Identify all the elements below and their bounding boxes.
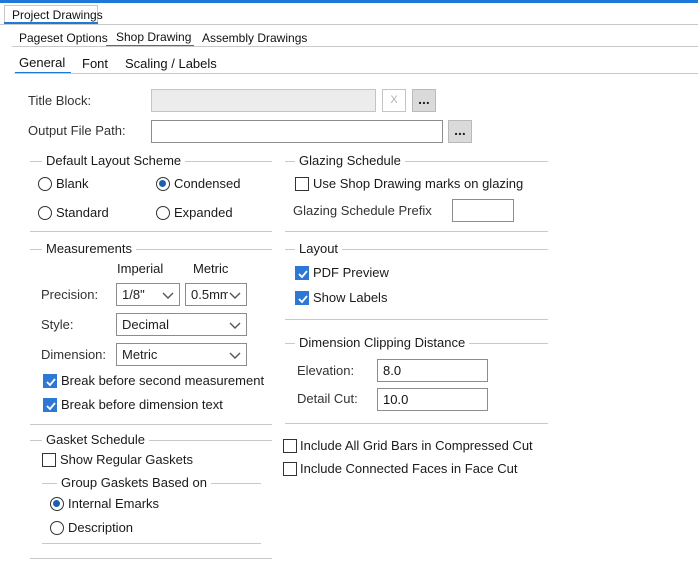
measurements-title: Measurements <box>42 241 136 257</box>
chevron-down-icon <box>229 352 241 359</box>
radio-blank[interactable] <box>38 177 52 191</box>
radio-condensed[interactable] <box>156 177 170 191</box>
precision-metric-value: 0.5mm <box>191 287 231 302</box>
radio-description-label: Description <box>68 520 134 535</box>
title-block-browse-button[interactable]: ... <box>412 89 436 112</box>
gasket-schedule-title: Gasket Schedule <box>42 432 150 448</box>
dimension-clipping-title: Dimension Clipping Distance <box>295 335 470 351</box>
radio-standard[interactable] <box>38 206 52 220</box>
elevation-input[interactable]: 8.0 <box>377 359 488 382</box>
default-layout-scheme-bottom-line <box>30 231 272 232</box>
title-block-clear-button[interactable]: X <box>382 89 406 112</box>
checkbox-show-labels[interactable] <box>295 291 309 305</box>
checkbox-include-grid-bars[interactable] <box>283 439 297 453</box>
detail-cut-input[interactable]: 10.0 <box>377 388 488 411</box>
title-block-label: Title Block: <box>28 93 92 108</box>
tab-general[interactable]: General <box>19 55 65 71</box>
precision-label: Precision: <box>41 287 99 302</box>
checkbox-break-second-label: Break before second measurement <box>61 373 265 388</box>
radio-expanded-label: Expanded <box>174 205 233 220</box>
dimension-select[interactable]: Metric <box>116 343 247 366</box>
title-block-input[interactable] <box>151 89 376 112</box>
metric-header: Metric <box>193 261 229 276</box>
tab-scaling-labels[interactable]: Scaling / Labels <box>125 56 217 72</box>
tab-shop-drawing[interactable]: Shop Drawing <box>116 29 191 45</box>
checkbox-break-second[interactable] <box>43 374 57 388</box>
tab-font[interactable]: Font <box>82 56 108 72</box>
checkbox-break-dimension[interactable] <box>43 398 57 412</box>
dimension-label: Dimension: <box>41 347 107 362</box>
group-gaskets-title: Group Gaskets Based on <box>57 475 211 491</box>
checkbox-show-labels-label: Show Labels <box>313 290 388 305</box>
group-gaskets-bottom-line <box>42 543 261 544</box>
checkbox-use-shop-marks-label: Use Shop Drawing marks on glazing <box>313 176 524 191</box>
dimension-clipping-bottom-line <box>285 423 548 424</box>
layout-title: Layout <box>295 241 343 257</box>
chevron-down-icon <box>162 292 174 299</box>
window-top-accent <box>0 0 698 3</box>
checkmark-icon <box>298 295 308 304</box>
precision-imperial-select[interactable]: 1/8" <box>116 283 180 306</box>
imperial-header: Imperial <box>117 261 164 276</box>
checkmark-icon <box>46 402 56 411</box>
measurements-bottom-line <box>30 424 272 425</box>
checkbox-include-grid-bars-label: Include All Grid Bars in Compressed Cut <box>300 438 533 453</box>
radio-condensed-label: Condensed <box>174 176 241 191</box>
output-file-path-browse-button[interactable]: ... <box>448 120 472 143</box>
checkbox-use-shop-marks[interactable] <box>295 177 309 191</box>
glazing-schedule-title: Glazing Schedule <box>295 153 405 169</box>
outer-tab-strip-border <box>0 24 698 25</box>
precision-imperial-value: 1/8" <box>122 287 145 302</box>
detail-cut-label: Detail Cut: <box>297 391 358 406</box>
radio-internal-emarks[interactable] <box>50 497 64 511</box>
checkbox-break-dimension-label: Break before dimension text <box>61 397 223 412</box>
style-select[interactable]: Decimal <box>116 313 247 336</box>
dimension-value: Metric <box>122 347 158 362</box>
glazing-schedule-prefix-input[interactable] <box>452 199 514 222</box>
output-file-path-label: Output File Path: <box>28 123 126 138</box>
radio-blank-label: Blank <box>56 176 89 191</box>
precision-metric-select[interactable]: 0.5mm <box>185 283 247 306</box>
tab-project-drawings-label: Project Drawings <box>12 8 103 22</box>
radio-description[interactable] <box>50 521 64 535</box>
tab-assembly-drawings[interactable]: Assembly Drawings <box>202 30 307 46</box>
style-label: Style: <box>41 317 74 332</box>
checkbox-include-connected-faces-label: Include Connected Faces in Face Cut <box>300 461 518 476</box>
default-layout-scheme-title: Default Layout Scheme <box>42 153 186 169</box>
inner-tab-strip-border <box>14 73 698 74</box>
chevron-down-icon <box>229 322 241 329</box>
checkmark-icon <box>46 378 56 387</box>
checkbox-show-regular-gaskets[interactable] <box>42 453 56 467</box>
checkbox-pdf-preview[interactable] <box>295 266 309 280</box>
checkbox-pdf-preview-label: PDF Preview <box>313 265 389 280</box>
checkbox-show-regular-gaskets-label: Show Regular Gaskets <box>60 452 193 467</box>
radio-expanded[interactable] <box>156 206 170 220</box>
sub-tab-strip-border <box>12 46 698 47</box>
gasket-schedule-bottom-line <box>30 558 272 559</box>
elevation-label: Elevation: <box>297 363 355 378</box>
checkmark-icon <box>298 270 308 279</box>
checkbox-include-connected-faces[interactable] <box>283 462 297 476</box>
chevron-down-icon <box>228 288 242 302</box>
radio-standard-label: Standard <box>56 205 109 220</box>
tab-pageset-options[interactable]: Pageset Options <box>19 30 108 46</box>
glazing-schedule-bottom-line <box>285 231 548 232</box>
radio-internal-emarks-label: Internal Emarks <box>68 496 160 511</box>
layout-bottom-line <box>285 319 548 320</box>
style-value: Decimal <box>122 317 169 332</box>
glazing-schedule-prefix-label: Glazing Schedule Prefix <box>293 203 432 218</box>
output-file-path-input[interactable] <box>151 120 443 143</box>
